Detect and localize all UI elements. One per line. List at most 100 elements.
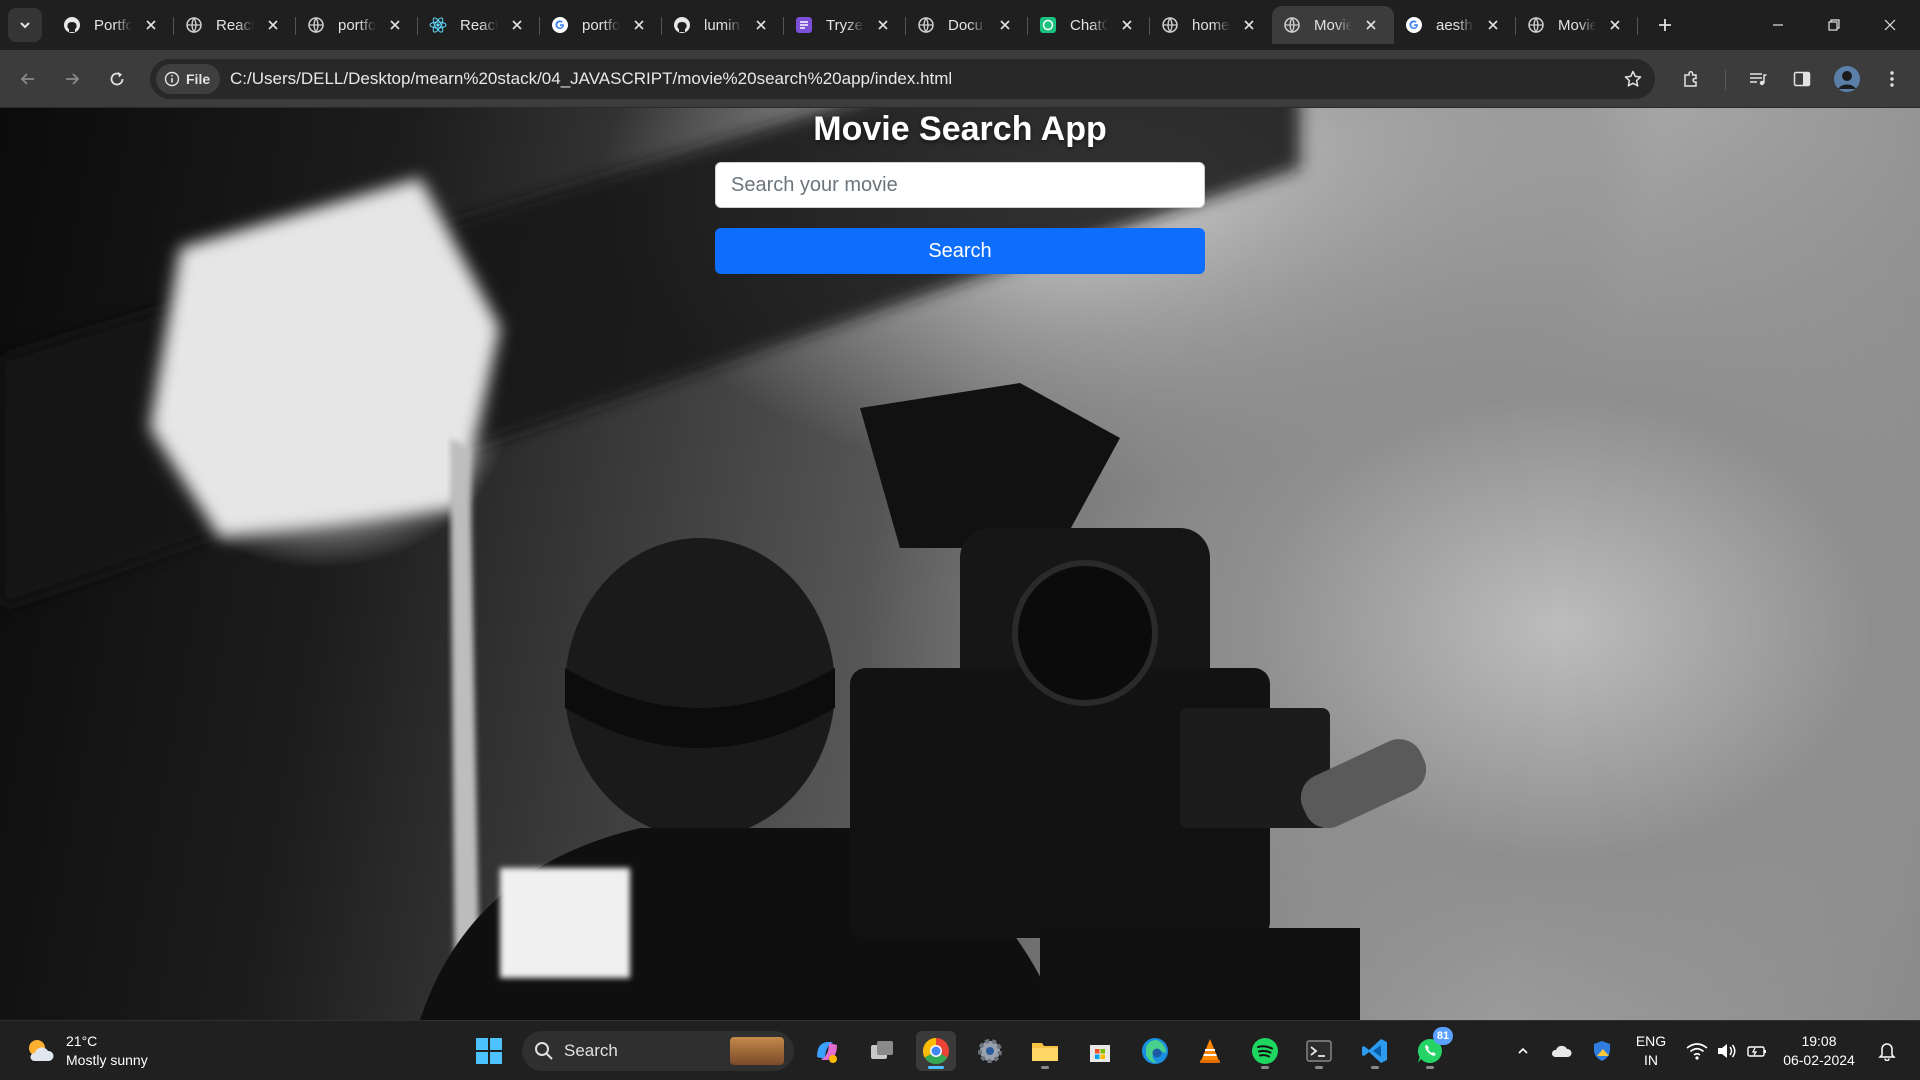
taskbar-spotify[interactable] bbox=[1245, 1031, 1285, 1071]
taskbar-vlc[interactable] bbox=[1190, 1031, 1230, 1071]
browser-tab[interactable]: Portfolio bbox=[52, 6, 174, 44]
quick-settings[interactable] bbox=[1684, 1031, 1770, 1071]
media-controls-button[interactable] bbox=[1742, 63, 1774, 95]
start-button[interactable] bbox=[469, 1031, 509, 1071]
close-tab-icon[interactable] bbox=[630, 16, 648, 34]
edge-icon bbox=[1142, 1038, 1168, 1064]
close-tab-icon[interactable] bbox=[142, 16, 160, 34]
new-tab-button[interactable] bbox=[1652, 12, 1678, 38]
close-tab-icon[interactable] bbox=[752, 16, 770, 34]
github-icon bbox=[672, 15, 692, 35]
close-window-button[interactable] bbox=[1862, 0, 1918, 50]
tab-list: Portfolio React portfolio React portfolio lum… bbox=[52, 6, 1638, 44]
restore-button[interactable] bbox=[1806, 0, 1862, 50]
weather-condition: Mostly sunny bbox=[66, 1052, 148, 1068]
close-tab-icon[interactable] bbox=[874, 16, 892, 34]
taskbar-whatsapp[interactable]: 81 bbox=[1410, 1027, 1453, 1071]
close-tab-icon[interactable] bbox=[1240, 16, 1258, 34]
show-hidden-icons-button[interactable] bbox=[1510, 1031, 1536, 1071]
taskbar-terminal[interactable] bbox=[1299, 1031, 1339, 1071]
close-tab-icon[interactable] bbox=[386, 16, 404, 34]
clock[interactable]: 19:08 06-02-2024 bbox=[1778, 1031, 1860, 1071]
avatar bbox=[1834, 66, 1860, 92]
minimize-icon bbox=[1773, 24, 1783, 26]
profile-button[interactable] bbox=[1831, 63, 1863, 95]
search-input[interactable] bbox=[715, 162, 1205, 208]
browser-tab[interactable]: Movie bbox=[1516, 6, 1638, 44]
language-indicator[interactable]: ENG IN bbox=[1628, 1031, 1674, 1071]
cloud-icon bbox=[1551, 1045, 1572, 1057]
browser-tab[interactable]: React bbox=[174, 6, 296, 44]
tab-title: aesth bbox=[1436, 16, 1473, 34]
taskbar-search[interactable]: Search bbox=[522, 1031, 794, 1071]
close-tab-icon[interactable] bbox=[996, 16, 1014, 34]
forward-button[interactable] bbox=[54, 61, 90, 97]
close-tab-icon[interactable] bbox=[1484, 16, 1502, 34]
browser-toolbar: File C:/Users/DELL/Desktop/mearn%20stack… bbox=[0, 50, 1920, 108]
terminal-icon bbox=[1306, 1040, 1332, 1062]
address-bar[interactable]: File C:/Users/DELL/Desktop/mearn%20stack… bbox=[150, 59, 1655, 99]
browser-tab[interactable]: lumin bbox=[662, 6, 784, 44]
weather-temperature: 21°C bbox=[66, 1033, 98, 1049]
running-indicator bbox=[1041, 1066, 1049, 1069]
browser-tab[interactable]: Tryzen bbox=[784, 6, 906, 44]
browser-tab[interactable]: ChatGPT bbox=[1028, 6, 1150, 44]
running-indicator bbox=[1315, 1066, 1323, 1069]
close-tab-icon[interactable] bbox=[264, 16, 282, 34]
browser-tab[interactable]: portfolio bbox=[296, 6, 418, 44]
taskbar-file-explorer[interactable] bbox=[1025, 1031, 1065, 1071]
tab-title: ChatGPT bbox=[1070, 16, 1108, 34]
vscode-icon bbox=[1362, 1039, 1387, 1063]
notifications-button[interactable] bbox=[1872, 1031, 1902, 1071]
close-tab-icon[interactable] bbox=[508, 16, 526, 34]
github-icon bbox=[62, 15, 82, 35]
search-button[interactable]: Search bbox=[715, 228, 1205, 274]
close-tab-icon[interactable] bbox=[1362, 16, 1380, 34]
address-url[interactable]: C:/Users/DELL/Desktop/mearn%20stack/04_J… bbox=[230, 69, 952, 89]
star-icon bbox=[1624, 70, 1642, 87]
security-tray[interactable] bbox=[1588, 1031, 1616, 1071]
tab-title: React bbox=[216, 16, 254, 34]
spotify-icon bbox=[1252, 1038, 1278, 1064]
browser-tab[interactable]: React bbox=[418, 6, 540, 44]
reload-icon bbox=[110, 72, 124, 86]
browser-tab[interactable]: home bbox=[1150, 6, 1272, 44]
globe-icon bbox=[306, 15, 326, 35]
browser-tab[interactable]: Movie bbox=[1272, 6, 1394, 44]
google-icon bbox=[1404, 15, 1424, 35]
site-info-label: File bbox=[186, 71, 211, 87]
site-info-chip[interactable]: File bbox=[156, 64, 221, 94]
puzzle-icon bbox=[1684, 70, 1697, 87]
running-indicator bbox=[1261, 1066, 1269, 1069]
taskbar-copilot[interactable] bbox=[807, 1031, 847, 1071]
language-code: ENG bbox=[1635, 1033, 1667, 1049]
browser-menu-button[interactable] bbox=[1876, 63, 1908, 95]
reload-button[interactable] bbox=[99, 61, 135, 97]
onedrive-tray[interactable] bbox=[1547, 1031, 1575, 1071]
running-indicator bbox=[928, 1066, 944, 1069]
close-tab-icon[interactable] bbox=[1118, 16, 1136, 34]
back-button[interactable] bbox=[10, 61, 46, 97]
extensions-button[interactable] bbox=[1675, 63, 1707, 95]
globe-icon bbox=[1526, 15, 1546, 35]
browser-tab[interactable]: aesth bbox=[1394, 6, 1516, 44]
side-panel-button[interactable] bbox=[1786, 63, 1818, 95]
close-tab-icon[interactable] bbox=[1606, 16, 1624, 34]
taskbar-vscode[interactable] bbox=[1355, 1031, 1395, 1071]
taskbar-edge[interactable] bbox=[1135, 1031, 1175, 1071]
tryzen-icon bbox=[794, 15, 814, 35]
taskbar-task-view[interactable] bbox=[862, 1031, 902, 1071]
restore-icon bbox=[1828, 19, 1840, 31]
bookmark-button[interactable] bbox=[1619, 65, 1647, 93]
browser-tab[interactable]: portfolio bbox=[540, 6, 662, 44]
taskbar-store[interactable] bbox=[1080, 1031, 1120, 1071]
weather-widget[interactable]: 21°C Mostly sunny bbox=[24, 1031, 148, 1071]
running-indicator bbox=[1426, 1066, 1434, 1069]
browser-tab[interactable]: Docu bbox=[906, 6, 1028, 44]
tab-search-button[interactable] bbox=[8, 8, 42, 42]
taskbar-settings[interactable] bbox=[970, 1031, 1010, 1071]
minimize-button[interactable] bbox=[1750, 0, 1806, 50]
taskbar-chrome[interactable] bbox=[916, 1031, 956, 1071]
plus-icon bbox=[1659, 19, 1671, 31]
vlc-icon bbox=[1200, 1039, 1220, 1063]
